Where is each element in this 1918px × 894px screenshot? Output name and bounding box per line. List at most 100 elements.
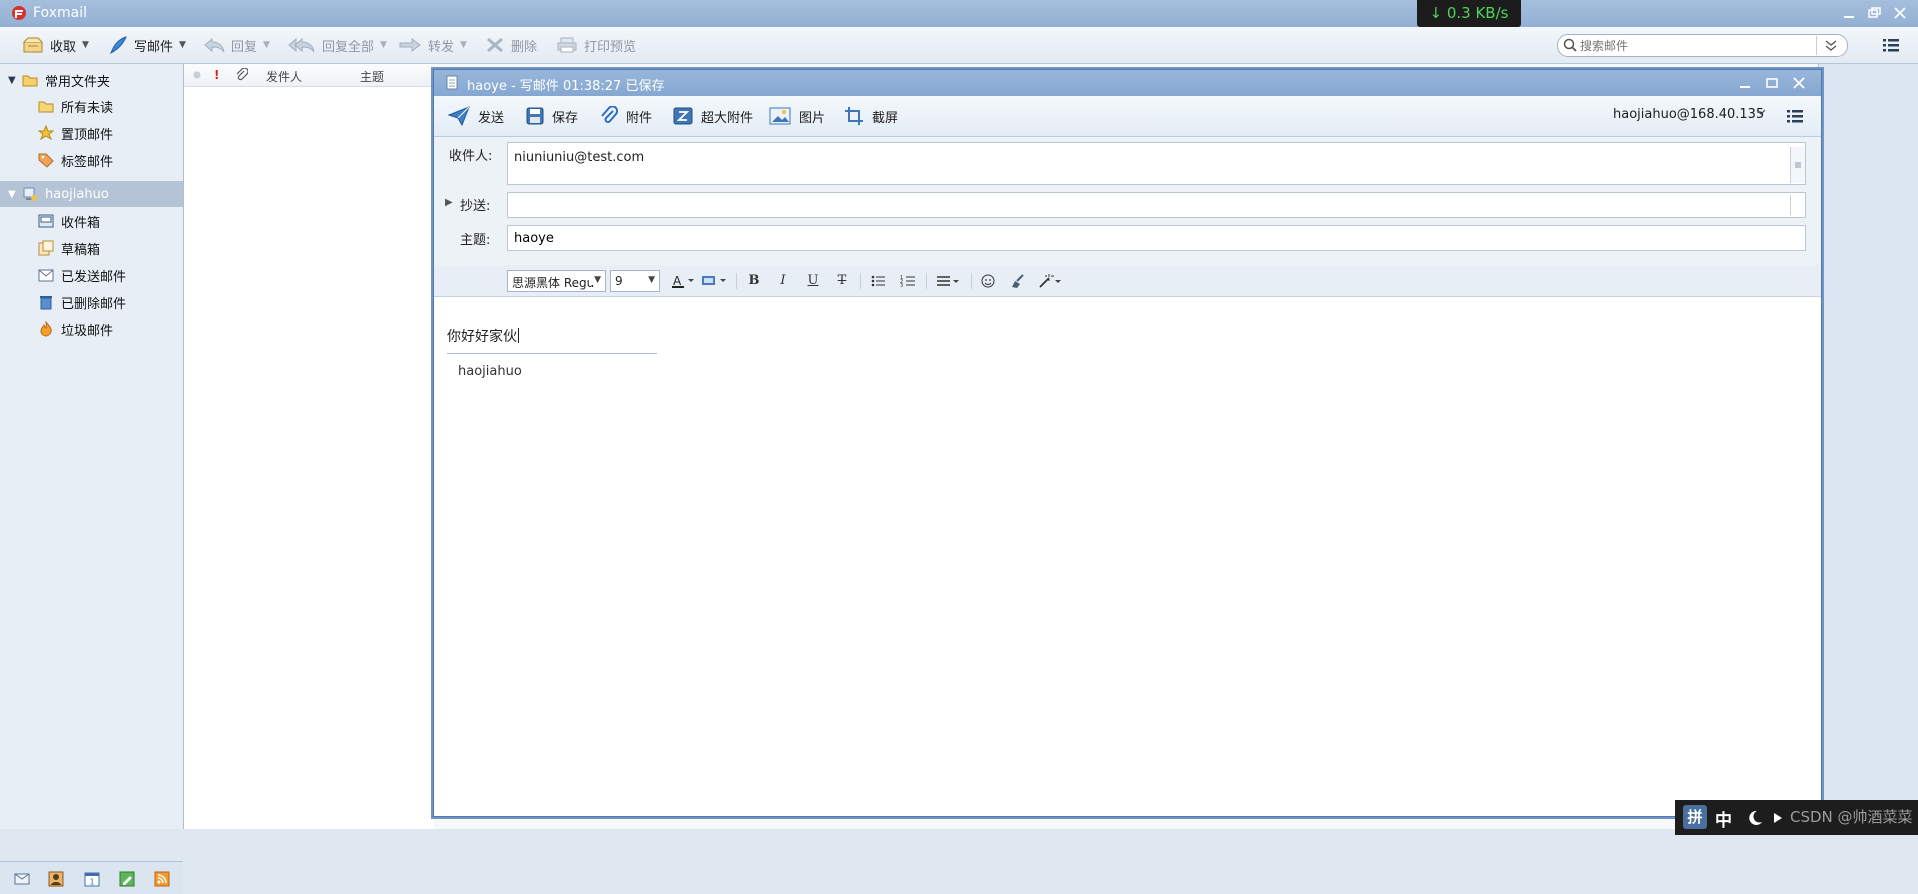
sidebar-item-pinned[interactable]: 置顶邮件 — [0, 120, 183, 146]
magic-wand-icon[interactable] — [1038, 273, 1064, 289]
print-preview-button[interactable]: 打印预览 — [556, 27, 636, 63]
restore-icon[interactable] — [1866, 5, 1884, 21]
chevron-down-icon[interactable]: ▼ — [460, 40, 467, 50]
signature-text[interactable]: haojiahuo — [458, 364, 522, 379]
read-status-column-icon[interactable] — [192, 68, 202, 82]
font-color-icon[interactable]: A — [671, 273, 694, 289]
minimize-icon[interactable] — [1737, 75, 1753, 91]
sidebar-label: haojiahuo — [45, 186, 109, 202]
search-input[interactable] — [1580, 36, 1812, 55]
bullet-list-icon[interactable] — [870, 273, 886, 289]
paper-plane-icon — [448, 106, 470, 126]
close-icon[interactable] — [1892, 5, 1910, 21]
priority-column-icon[interactable]: ! — [214, 68, 219, 82]
message-body-editor[interactable]: 你好好家伙 haojiahuo — [434, 297, 1821, 816]
screenshot-button[interactable]: 截屏 — [844, 96, 898, 136]
sidebar-item-all-unread[interactable]: 所有未读 — [0, 93, 183, 119]
sidebar-item-sent[interactable]: 已发送邮件 — [0, 262, 183, 288]
forward-button[interactable]: 转发 ▼ — [398, 27, 467, 63]
maximize-icon[interactable] — [1764, 75, 1780, 91]
receive-button[interactable]: 收取 ▼ — [22, 27, 89, 63]
chevron-down-icon[interactable]: ▼ — [648, 275, 655, 285]
bold-icon[interactable]: B — [746, 273, 762, 289]
chevron-down-icon[interactable]: ▼ — [263, 40, 270, 50]
sidebar-account[interactable]: ▼ haojiahuo — [0, 181, 183, 207]
sidebar-item-tagged[interactable]: 标签邮件 — [0, 147, 183, 173]
cc-label: 抄送: — [460, 199, 491, 214]
sidebar-common-folders[interactable]: ▼ 常用文件夹 — [0, 67, 183, 93]
large-attach-label: 超大附件 — [701, 110, 754, 126]
column-subject[interactable]: 主题 — [360, 68, 384, 85]
strikethrough-icon[interactable]: T — [834, 273, 850, 289]
moon-mode-icon[interactable] — [1747, 810, 1763, 826]
compose-label: 写邮件 — [134, 39, 174, 55]
search-icon — [1563, 38, 1577, 52]
subject-input[interactable] — [507, 225, 1806, 251]
insert-image-button[interactable]: 图片 — [769, 96, 825, 136]
sidebar-item-drafts[interactable]: 草稿箱 — [0, 235, 183, 261]
close-icon[interactable] — [1791, 75, 1807, 91]
reply-button[interactable]: 回复 ▼ — [203, 27, 270, 63]
junk-fire-icon — [38, 321, 54, 337]
emoji-icon[interactable] — [980, 273, 996, 289]
chevron-down-icon[interactable]: ▼ — [179, 40, 186, 50]
body-text[interactable]: 你好好家伙 — [447, 329, 517, 345]
cc-field[interactable] — [507, 192, 1806, 218]
search-options-chevron-icon[interactable] — [1816, 36, 1845, 55]
rss-feed-icon[interactable] — [154, 871, 170, 887]
compose-button[interactable]: 写邮件 ▼ — [108, 27, 186, 63]
font-size-select[interactable]: 9 ▼ — [610, 270, 660, 292]
compose-menu-icon[interactable] — [1786, 108, 1804, 124]
mail-view-icon[interactable] — [14, 871, 30, 887]
sidebar-item-junk[interactable]: 垃圾邮件 — [0, 316, 183, 342]
attach-button[interactable]: 附件 — [600, 96, 652, 136]
expand-cc-triangle-icon[interactable]: ▶ — [445, 197, 453, 208]
cc-field-scrollbar[interactable] — [1790, 195, 1805, 215]
sidebar-label: 置顶邮件 — [61, 127, 114, 143]
align-icon[interactable] — [936, 273, 962, 289]
delete-button[interactable]: 删除 — [485, 27, 537, 63]
attachment-column-icon[interactable] — [236, 68, 248, 82]
underline-icon[interactable]: U — [805, 273, 821, 289]
sender-account-select[interactable]: haojiahuo@168.40.135 — [1613, 107, 1764, 122]
folder-icon — [22, 73, 38, 87]
notes-icon[interactable] — [119, 871, 135, 887]
italic-icon[interactable]: I — [775, 273, 791, 289]
chevron-down-icon[interactable] — [1756, 108, 1766, 116]
send-button[interactable]: 发送 — [448, 96, 504, 136]
highlight-color-icon[interactable] — [701, 273, 726, 289]
sidebar-label: 标签邮件 — [61, 154, 114, 170]
reply-all-button[interactable]: 回复全部 ▼ — [288, 27, 387, 63]
compose-window: haoye - 写邮件 01:38:27 已保存 发送 保存 附件 超大附件 图… — [433, 69, 1822, 817]
sent-mail-icon — [38, 267, 54, 283]
drafts-icon — [38, 240, 54, 256]
chevron-down-icon[interactable]: ▼ — [380, 40, 387, 50]
chevron-down-icon[interactable]: ▼ — [82, 40, 89, 50]
save-button[interactable]: 保存 — [526, 96, 578, 136]
to-field[interactable]: niuniuniu@test.com — [507, 142, 1806, 185]
play-arrow-icon[interactable] — [1773, 812, 1783, 824]
chevron-down-icon[interactable]: ▼ — [592, 275, 601, 285]
large-attach-button[interactable]: 超大附件 — [673, 96, 753, 136]
to-field-scrollbar[interactable] — [1790, 147, 1805, 183]
ime-pinyin-badge[interactable]: 拼 — [1683, 805, 1707, 829]
sidebar-item-deleted[interactable]: 已删除邮件 — [0, 289, 183, 315]
compose-toolbar: 发送 保存 附件 超大附件 图片 截屏 haojiahuo@168.40.135 — [434, 96, 1821, 137]
to-recipient[interactable]: niuniuniu@test.com — [514, 150, 644, 165]
compose-titlebar: haoye - 写邮件 01:38:27 已保存 — [434, 70, 1821, 96]
column-sender[interactable]: 发件人 — [266, 68, 302, 85]
message-body-text[interactable]: 你好好家伙 — [447, 326, 519, 346]
main-menu-icon[interactable] — [1882, 37, 1900, 53]
expand-triangle-icon[interactable]: ▼ — [8, 75, 16, 86]
font-family-select[interactable]: 思源黑体 Regu ▼ — [507, 270, 606, 292]
calendar-icon[interactable]: 1 — [84, 871, 100, 887]
contacts-icon[interactable] — [48, 871, 64, 887]
input-language-indicator[interactable]: 中 — [1715, 806, 1732, 831]
format-brush-icon[interactable] — [1009, 273, 1025, 289]
numbered-list-icon[interactable]: 123 — [900, 273, 916, 289]
sidebar-item-inbox[interactable]: 收件箱 — [0, 208, 183, 234]
text-caret — [518, 328, 519, 343]
minimize-icon[interactable] — [1841, 5, 1859, 21]
search-box[interactable] — [1557, 34, 1848, 57]
expand-triangle-icon[interactable]: ▼ — [8, 189, 16, 200]
